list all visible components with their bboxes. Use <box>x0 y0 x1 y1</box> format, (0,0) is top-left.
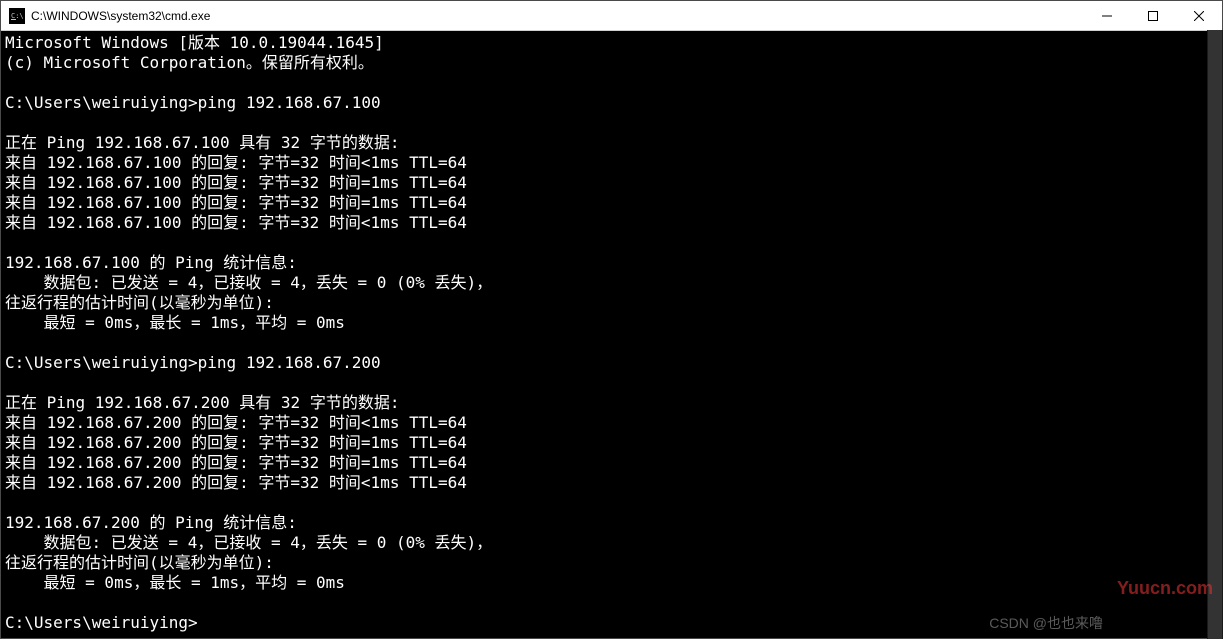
terminal-line: 正在 Ping 192.168.67.200 具有 32 字节的数据: <box>5 393 1218 413</box>
terminal-line: 往返行程的估计时间(以毫秒为单位): <box>5 293 1218 313</box>
terminal-line: 往返行程的估计时间(以毫秒为单位): <box>5 553 1218 573</box>
close-button[interactable] <box>1176 1 1222 30</box>
minimize-button[interactable] <box>1084 1 1130 30</box>
scrollbar-track[interactable] <box>1207 30 1223 639</box>
terminal-line: 来自 192.168.67.200 的回复: 字节=32 时间<1ms TTL=… <box>5 473 1218 493</box>
terminal-line: C:\Users\weiruiying>ping 192.168.67.100 <box>5 93 1218 113</box>
terminal-output[interactable]: Microsoft Windows [版本 10.0.19044.1645](c… <box>1 31 1222 638</box>
terminal-line <box>5 333 1218 353</box>
terminal-line: Microsoft Windows [版本 10.0.19044.1645] <box>5 33 1218 53</box>
terminal-line <box>5 113 1218 133</box>
terminal-line: (c) Microsoft Corporation。保留所有权利。 <box>5 53 1218 73</box>
terminal-line: 来自 192.168.67.100 的回复: 字节=32 时间=1ms TTL=… <box>5 173 1218 193</box>
terminal-line: 192.168.67.200 的 Ping 统计信息: <box>5 513 1218 533</box>
terminal-line <box>5 73 1218 93</box>
terminal-line <box>5 373 1218 393</box>
window-title: C:\WINDOWS\system32\cmd.exe <box>31 9 1084 23</box>
terminal-line <box>5 493 1218 513</box>
terminal-line: 最短 = 0ms，最长 = 1ms，平均 = 0ms <box>5 573 1218 593</box>
terminal-line: 正在 Ping 192.168.67.100 具有 32 字节的数据: <box>5 133 1218 153</box>
titlebar[interactable]: C:\ C:\WINDOWS\system32\cmd.exe <box>1 1 1222 31</box>
terminal-line: 来自 192.168.67.100 的回复: 字节=32 时间<1ms TTL=… <box>5 153 1218 173</box>
window-buttons <box>1084 1 1222 30</box>
terminal-line: 来自 192.168.67.200 的回复: 字节=32 时间=1ms TTL=… <box>5 453 1218 473</box>
cmd-window: C:\ C:\WINDOWS\system32\cmd.exe Microsof… <box>0 0 1223 639</box>
terminal-line <box>5 233 1218 253</box>
terminal-line: 最短 = 0ms，最长 = 1ms，平均 = 0ms <box>5 313 1218 333</box>
svg-text:C:\: C:\ <box>11 12 24 20</box>
scrollbar-thumb[interactable] <box>1208 30 1222 639</box>
terminal-line: C:\Users\weiruiying> <box>5 613 1218 633</box>
terminal-line: 来自 192.168.67.100 的回复: 字节=32 时间<1ms TTL=… <box>5 213 1218 233</box>
terminal-line: 数据包: 已发送 = 4，已接收 = 4，丢失 = 0 (0% 丢失)， <box>5 533 1218 553</box>
terminal-line <box>5 593 1218 613</box>
maximize-button[interactable] <box>1130 1 1176 30</box>
terminal-line: 来自 192.168.67.200 的回复: 字节=32 时间=1ms TTL=… <box>5 433 1218 453</box>
cmd-icon: C:\ <box>9 8 25 24</box>
terminal-line: 192.168.67.100 的 Ping 统计信息: <box>5 253 1218 273</box>
terminal-line: 来自 192.168.67.200 的回复: 字节=32 时间<1ms TTL=… <box>5 413 1218 433</box>
terminal-line: 数据包: 已发送 = 4，已接收 = 4，丢失 = 0 (0% 丢失)， <box>5 273 1218 293</box>
terminal-line: C:\Users\weiruiying>ping 192.168.67.200 <box>5 353 1218 373</box>
terminal-line: 来自 192.168.67.100 的回复: 字节=32 时间=1ms TTL=… <box>5 193 1218 213</box>
